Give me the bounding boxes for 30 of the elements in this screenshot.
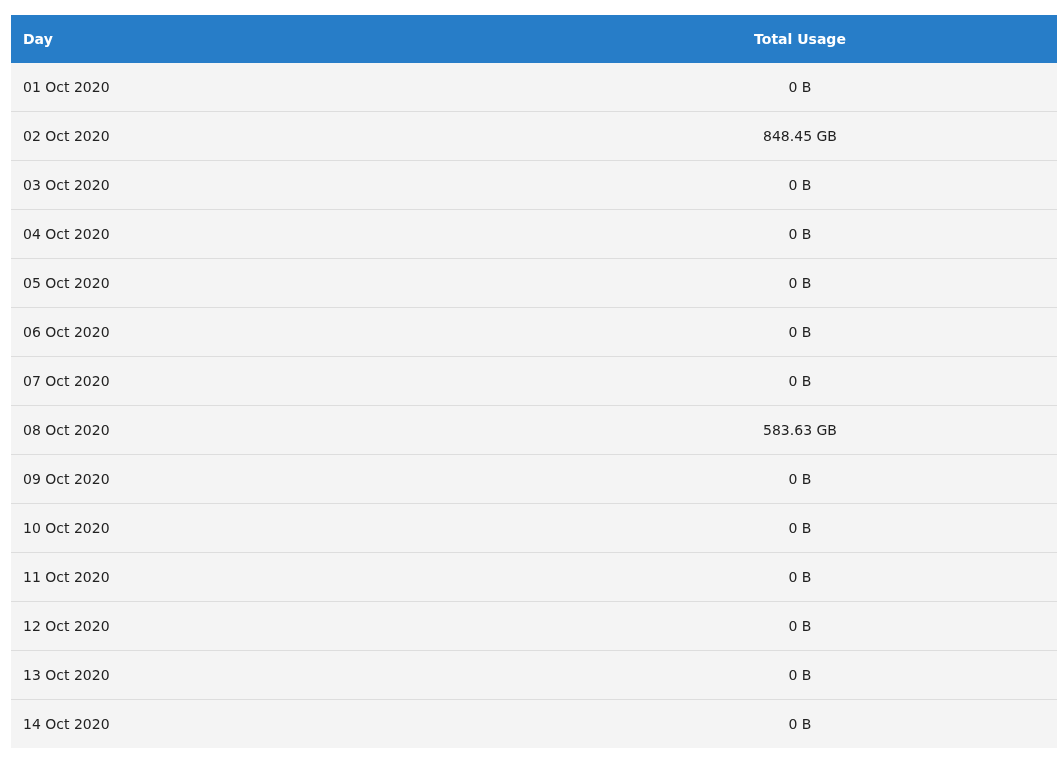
table-cell: 0 B [543,307,1057,357]
table-cell: 10 Oct 2020 [11,503,543,553]
table-cell: 0 B [543,503,1057,553]
table-cell: 0 B [543,699,1057,748]
table-cell: 12 Oct 2020 [11,601,543,651]
table-cell: 0 B [543,650,1057,700]
column-header: Total Usage [543,15,1057,63]
table-cell: 13 Oct 2020 [11,650,543,700]
table-cell: 0 B [543,356,1057,406]
table-cell: 08 Oct 2020 [11,405,543,455]
table-cell: 01 Oct 2020 [11,63,543,112]
table-cell: 0 B [543,209,1057,259]
table-cell: 0 B [543,454,1057,504]
table-cell: 0 B [543,601,1057,651]
table-cell: 0 B [543,258,1057,308]
table-cell: 03 Oct 2020 [11,160,543,210]
table-cell: 05 Oct 2020 [11,258,543,308]
table-cell: 06 Oct 2020 [11,307,543,357]
table-cell: 0 B [543,552,1057,602]
table-cell: 14 Oct 2020 [11,699,543,748]
table-cell: 0 B [543,63,1057,112]
table-cell: 09 Oct 2020 [11,454,543,504]
column-header: Day [11,15,543,63]
table-cell: 583.63 GB [543,405,1057,455]
table-cell: 11 Oct 2020 [11,552,543,602]
table-cell: 0 B [543,160,1057,210]
table-cell: 07 Oct 2020 [11,356,543,406]
table-cell: 02 Oct 2020 [11,111,543,161]
table-cell: 848.45 GB [543,111,1057,161]
table-cell: 04 Oct 2020 [11,209,543,259]
